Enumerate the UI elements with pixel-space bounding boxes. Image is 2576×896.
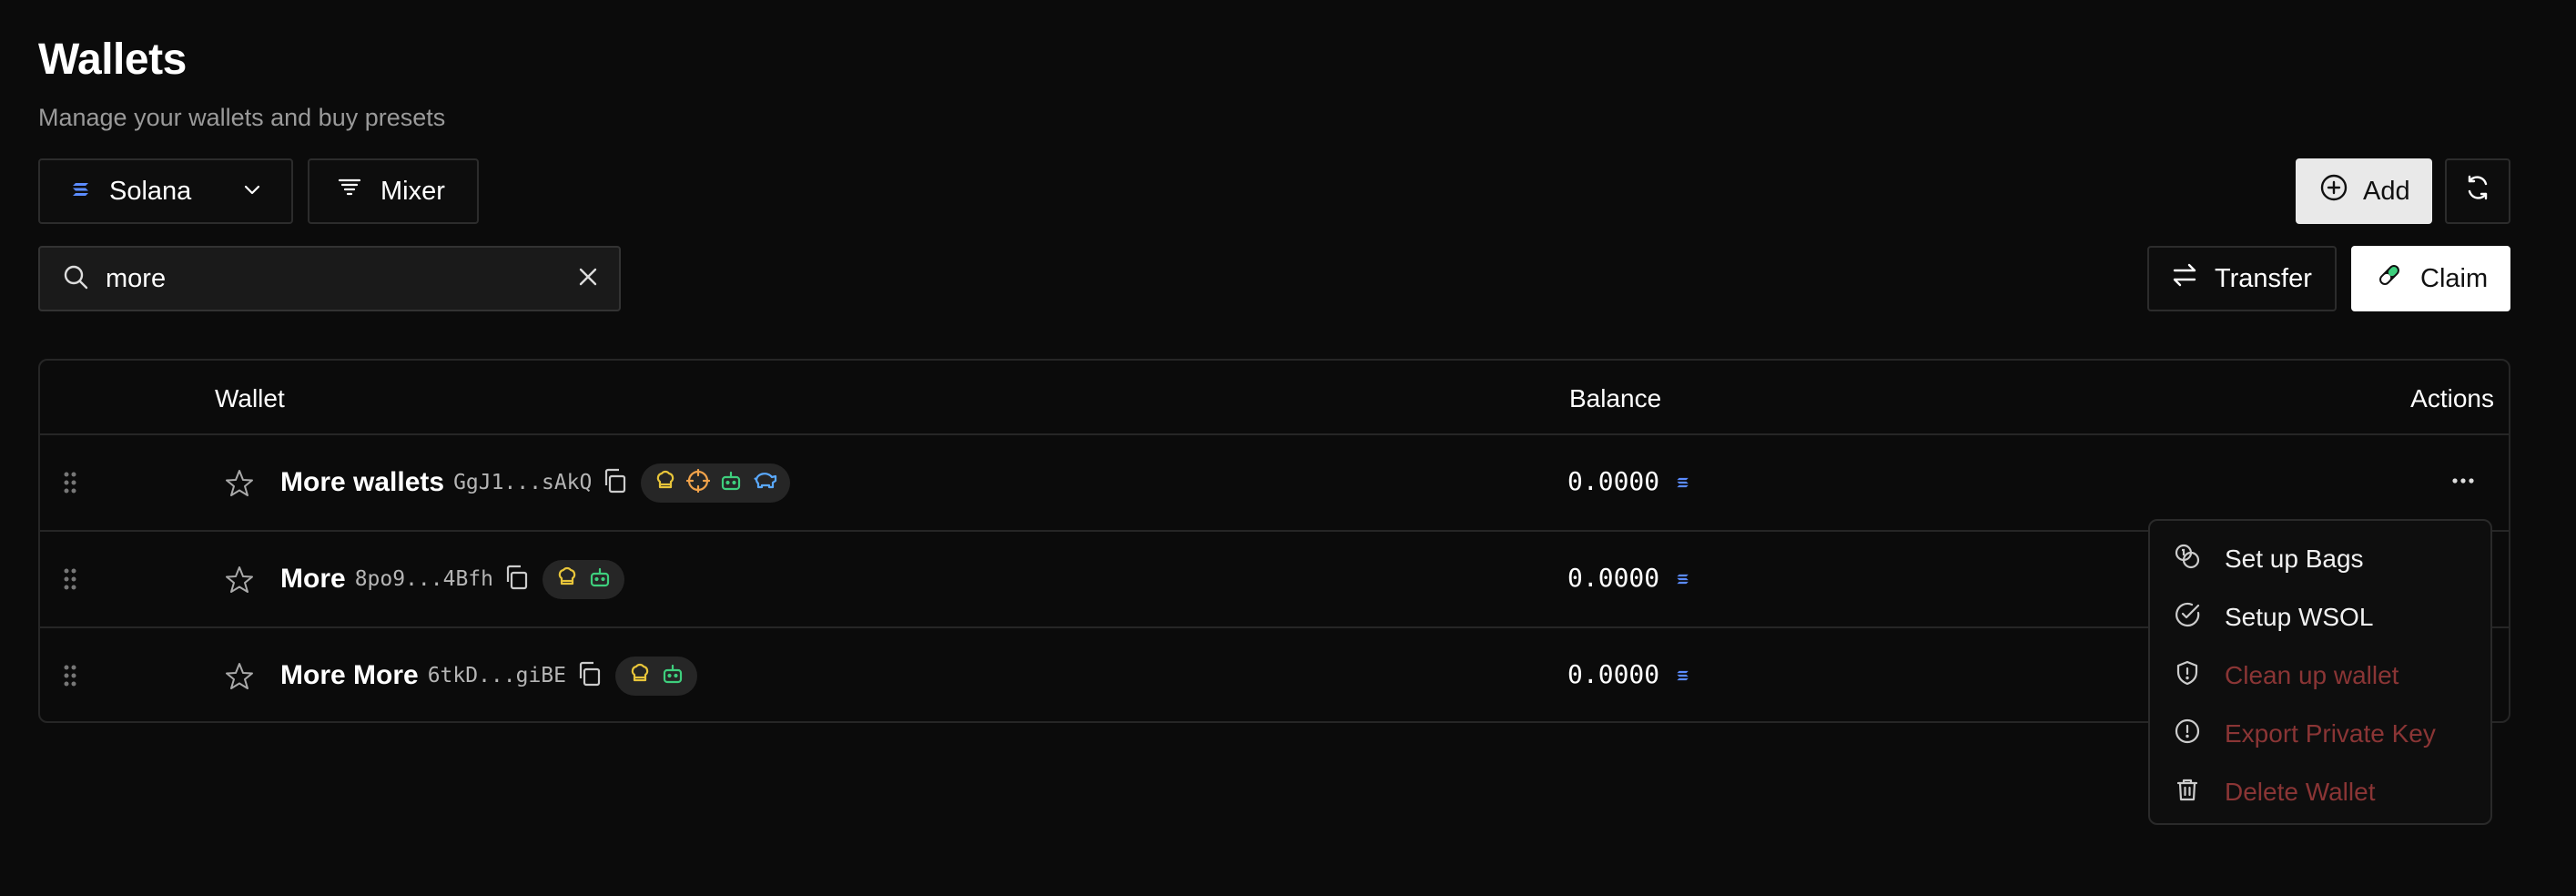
pill-icon (2375, 260, 2404, 297)
menu-item-label: Setup WSOL (2225, 603, 2374, 631)
claim-button[interactable]: Claim (2351, 246, 2510, 311)
wallet-balance: 0.0000 (1567, 466, 1660, 496)
refresh-button[interactable] (2445, 158, 2510, 224)
favorite-star-icon[interactable] (224, 468, 255, 504)
table-header: Wallet Balance Actions (40, 361, 2509, 435)
copy-icon[interactable] (502, 564, 530, 596)
actions-column-header: Actions (2410, 384, 2494, 412)
wallets-table: Wallet Balance Actions More wallets GgJ1… (38, 359, 2510, 723)
clear-search-icon[interactable] (577, 266, 599, 292)
transfer-label: Transfer (2215, 263, 2312, 293)
favorite-star-icon[interactable] (224, 565, 255, 600)
bot-icon (719, 469, 743, 497)
solana-icon (1676, 659, 1690, 689)
trash-icon (2174, 776, 2201, 809)
chef-hat-icon (654, 469, 677, 497)
add-label: Add (2363, 176, 2410, 206)
check-circle-icon (2174, 601, 2201, 635)
menu-item-delete-wallet[interactable]: Delete Wallet (2150, 763, 2490, 821)
bot-icon (661, 662, 685, 690)
claim-label: Claim (2420, 263, 2489, 293)
search-input[interactable] (106, 263, 561, 294)
wallet-actions-menu: Set up Bags Setup WSOL Clean up wallet E… (2148, 519, 2492, 825)
wallet-name: More More (280, 660, 419, 690)
alert-circle-icon (2174, 718, 2201, 751)
transfer-button[interactable]: Transfer (2147, 246, 2337, 311)
chef-hat-icon (555, 565, 579, 594)
plus-circle-icon (2319, 173, 2348, 209)
drag-handle-icon[interactable] (62, 566, 78, 596)
menu-item-setup-wsol[interactable]: Setup WSOL (2150, 588, 2490, 647)
page-subtitle: Manage your wallets and buy presets (38, 104, 446, 131)
chef-hat-icon (628, 662, 652, 690)
table-row[interactable]: More wallets GgJ1...sAkQ 0.0000 (40, 435, 2509, 532)
wallet-column-header: Wallet (215, 384, 285, 412)
search-icon (62, 263, 89, 295)
copy-icon[interactable] (601, 467, 628, 499)
menu-item-set-up-bags[interactable]: Set up Bags (2150, 530, 2490, 588)
drag-handle-icon[interactable] (62, 470, 78, 500)
chain-select[interactable]: Solana (38, 158, 293, 224)
more-actions-icon[interactable] (2449, 466, 2478, 500)
bot-icon (588, 565, 612, 594)
arrows-left-right-icon (2171, 261, 2198, 296)
search-field[interactable] (38, 246, 621, 311)
wallet-address: 6tkD...giBE (427, 664, 567, 687)
copy-icon[interactable] (575, 660, 603, 692)
mixer-button[interactable]: Mixer (308, 158, 479, 224)
wallet-badges (543, 559, 625, 599)
solana-icon (1676, 563, 1690, 593)
menu-item-label: Delete Wallet (2225, 778, 2376, 806)
solana-icon (1676, 466, 1690, 496)
wallet-badges (615, 656, 698, 696)
menu-item-clean-up-wallet[interactable]: Clean up wallet (2150, 647, 2490, 705)
wallet-name: More wallets (280, 467, 445, 497)
menu-item-label: Clean up wallet (2225, 661, 2399, 689)
menu-item-export-private-key[interactable]: Export Private Key (2150, 705, 2490, 763)
refresh-icon (2463, 173, 2492, 209)
table-row[interactable]: More More 6tkD...giBE 0.0000 (40, 628, 2509, 721)
crosshair-icon (686, 468, 711, 497)
page-title: Wallets (38, 36, 187, 84)
menu-item-label: Set up Bags (2225, 545, 2364, 573)
chevron-down-icon (242, 177, 262, 207)
wallet-name: More (280, 564, 346, 594)
wallet-address: GgJ1...sAkQ (453, 471, 593, 494)
wallet-balance: 0.0000 (1567, 659, 1660, 689)
shield-alert-icon (2174, 659, 2201, 693)
wallet-badges (641, 463, 791, 503)
add-button[interactable]: Add (2296, 158, 2432, 224)
favorite-star-icon[interactable] (224, 661, 255, 697)
wallet-address: 8po9...4Bfh (354, 567, 494, 591)
filter-icon (337, 175, 362, 208)
menu-item-label: Export Private Key (2225, 719, 2436, 748)
drag-handle-icon[interactable] (62, 663, 78, 693)
chain-select-label: Solana (109, 176, 192, 206)
mixer-label: Mixer (380, 176, 445, 206)
balance-column-header: Balance (1569, 384, 1662, 412)
piggy-bank-icon (752, 469, 777, 497)
coins-icon (2174, 543, 2201, 576)
wallet-balance: 0.0000 (1567, 563, 1660, 593)
table-row[interactable]: More 8po9...4Bfh 0.0000 (40, 532, 2509, 628)
solana-icon (71, 177, 91, 207)
